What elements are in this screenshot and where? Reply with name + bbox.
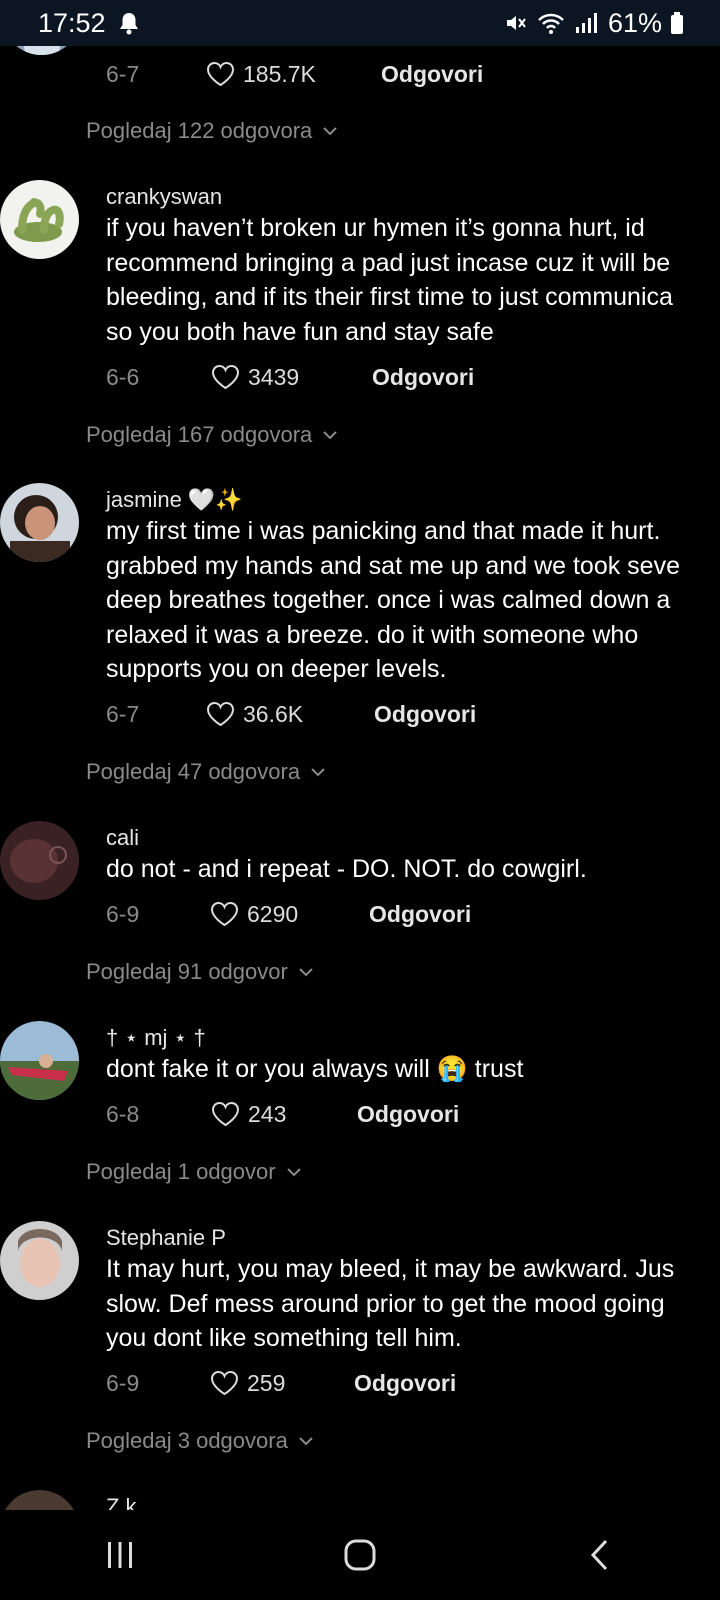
comment-date: 6-6 xyxy=(106,364,140,390)
chevron-down-icon xyxy=(323,431,338,440)
like-count: 243 xyxy=(248,1101,287,1127)
chevron-down-icon xyxy=(311,768,325,777)
like-count: 185.7K xyxy=(243,61,316,87)
view-replies-label: Pogledaj 1 odgovor xyxy=(86,1159,276,1184)
view-replies-label: Pogledaj 47 odgovora xyxy=(86,759,301,784)
mute-icon xyxy=(504,11,528,35)
like-button[interactable]: 36.6K xyxy=(206,697,303,731)
like-count: 36.6K xyxy=(243,701,304,727)
status-time: 17:52 xyxy=(38,7,106,38)
heart-icon xyxy=(210,1371,239,1396)
comment-text: if you haven’t broken ur hymen it’s gonn… xyxy=(106,214,673,346)
comment-meta: 6-8 243 Odgovori xyxy=(0,1097,720,1131)
avatar[interactable] xyxy=(0,180,79,259)
recent-apps-icon xyxy=(108,1542,132,1568)
like-count: 6290 xyxy=(247,901,299,927)
avatar[interactable] xyxy=(0,1021,79,1100)
signal-icon xyxy=(574,11,600,35)
like-button[interactable]: 3439 xyxy=(211,360,299,394)
comment-date: 6-9 xyxy=(106,901,140,927)
heart-icon xyxy=(211,365,240,390)
chevron-down-icon xyxy=(323,127,338,136)
view-replies-button[interactable]: Pogledaj 167 odgovora xyxy=(86,420,338,450)
comment-username[interactable]: cali xyxy=(106,825,139,851)
back-button[interactable] xyxy=(560,1525,640,1585)
home-button[interactable] xyxy=(320,1525,400,1585)
view-replies-label: Pogledaj 122 odgovora xyxy=(86,118,313,143)
like-count: 259 xyxy=(247,1370,286,1396)
avatar[interactable] xyxy=(2,46,81,55)
chevron-down-icon xyxy=(299,1437,313,1446)
comment-username[interactable]: jasmine 🤍✨ xyxy=(106,487,243,513)
recent-apps-button[interactable] xyxy=(80,1525,160,1585)
view-replies-button[interactable]: Pogledaj 91 odgovor xyxy=(86,957,314,987)
view-replies-label: Pogledaj 91 odgovor xyxy=(86,959,288,984)
comment-date: 6-7 xyxy=(106,61,140,87)
comment-meta: 6-6 3439 Odgovori xyxy=(0,360,720,394)
comments-feed[interactable]: 6-7 185.7K Odgovori Pogledaj 122 odgovor… xyxy=(0,46,720,1510)
home-icon xyxy=(344,1539,376,1571)
like-button[interactable]: 6290 xyxy=(210,897,298,931)
wifi-icon xyxy=(536,11,566,35)
comment-username[interactable]: crankyswan xyxy=(106,184,222,210)
heart-icon xyxy=(206,702,235,727)
comment-date: 6-9 xyxy=(106,1370,140,1396)
comment-text: dont fake it or you always will 😭 trust xyxy=(106,1055,524,1083)
reply-button[interactable]: Odgovori xyxy=(381,57,483,91)
comment-meta: 6-9 6290 Odgovori xyxy=(0,897,720,931)
view-replies-label: Pogledaj 3 odgovora xyxy=(86,1428,288,1453)
comment-text: It may hurt, you may bleed, it may be aw… xyxy=(106,1255,675,1352)
like-button[interactable]: 243 xyxy=(211,1097,286,1131)
battery-text: 61% xyxy=(607,7,662,38)
comment-username[interactable]: Z k xyxy=(106,1494,137,1510)
view-replies-button[interactable]: Pogledaj 122 odgovora xyxy=(86,116,338,146)
reply-button[interactable]: Odgovori xyxy=(357,1097,459,1131)
chevron-down-icon xyxy=(299,968,313,977)
avatar[interactable] xyxy=(0,483,79,562)
avatar[interactable] xyxy=(0,1221,79,1300)
heart-icon xyxy=(211,1102,240,1127)
like-count: 3439 xyxy=(248,364,300,390)
view-replies-button[interactable]: Pogledaj 3 odgovora xyxy=(86,1426,314,1456)
comment-username[interactable]: † ⋆ mj ⋆ † xyxy=(106,1025,206,1051)
heart-icon xyxy=(210,902,239,927)
avatar[interactable] xyxy=(0,1490,79,1510)
reply-button[interactable]: Odgovori xyxy=(369,897,471,931)
reply-button[interactable]: Odgovori xyxy=(374,697,476,731)
view-replies-button[interactable]: Pogledaj 1 odgovor xyxy=(86,1157,302,1187)
like-button[interactable]: 259 xyxy=(210,1366,285,1400)
comment-meta: 6-7 185.7K Odgovori xyxy=(0,57,720,91)
comment-meta: 6-7 36.6K Odgovori xyxy=(0,697,720,731)
comment-text: my first time i was panicking and that m… xyxy=(106,517,680,683)
comment-text: do not - and i repeat - DO. NOT. do cowg… xyxy=(106,855,587,883)
status-bar: 17:52 61% xyxy=(0,0,720,46)
bell-icon xyxy=(118,11,140,35)
view-replies-button[interactable]: Pogledaj 47 odgovora xyxy=(86,757,326,787)
system-nav-bar xyxy=(0,1510,720,1600)
view-replies-label: Pogledaj 167 odgovora xyxy=(86,422,313,447)
comment-username[interactable]: Stephanie P xyxy=(106,1225,226,1251)
battery-icon xyxy=(670,11,684,35)
comment-date: 6-7 xyxy=(106,701,140,727)
back-icon xyxy=(590,1539,608,1571)
avatar[interactable] xyxy=(0,821,79,900)
comment-meta: 6-9 259 Odgovori xyxy=(0,1366,720,1400)
like-button[interactable]: 185.7K xyxy=(206,57,316,91)
heart-icon xyxy=(206,62,235,87)
reply-button[interactable]: Odgovori xyxy=(354,1366,456,1400)
reply-button[interactable]: Odgovori xyxy=(372,360,474,394)
chevron-down-icon xyxy=(286,1168,301,1177)
comment-date: 6-8 xyxy=(106,1101,140,1127)
